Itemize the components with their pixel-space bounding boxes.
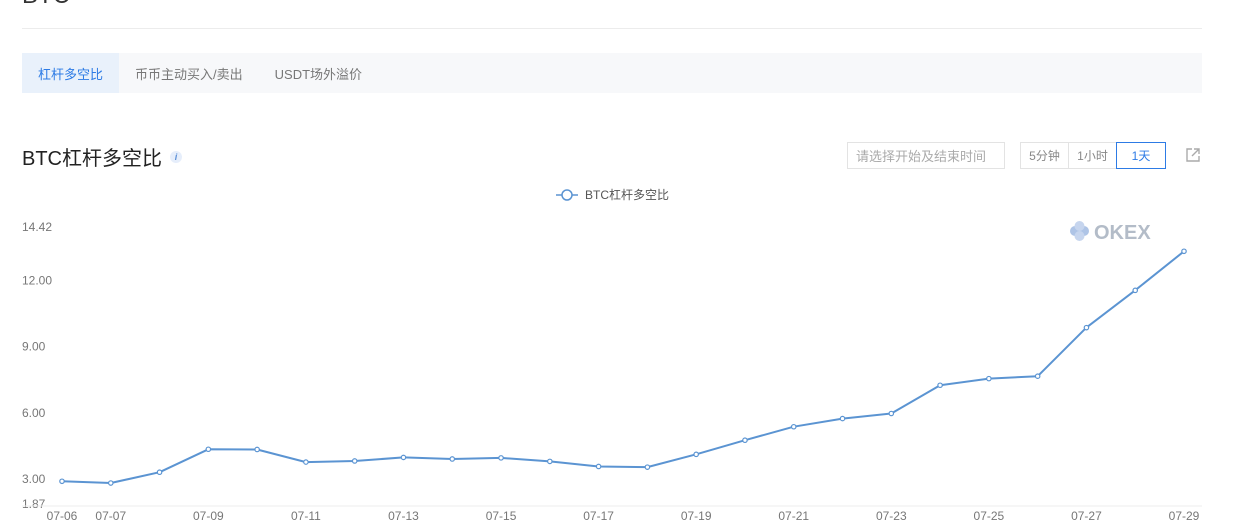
data-point bbox=[1132, 287, 1139, 294]
tab-usdt-premium[interactable]: USDT场外溢价 bbox=[259, 53, 378, 93]
interval-selector: 5分钟 1小时 1天 bbox=[1020, 142, 1166, 169]
interval-5min-button[interactable]: 5分钟 bbox=[1020, 142, 1069, 169]
y-tick-label: 9.00 bbox=[22, 340, 46, 354]
x-tick-label: 07-09 bbox=[193, 509, 224, 523]
x-tick-label: 07-06 bbox=[47, 509, 78, 523]
data-point bbox=[595, 463, 602, 470]
tab-leverage-ratio[interactable]: 杠杆多空比 bbox=[22, 53, 120, 93]
line-chart: BTC杠杆多空比 OKEX 1.87 3.00 6.00 9.00 12.00 14.42… bbox=[22, 187, 1202, 523]
x-tick-label: 07-07 bbox=[95, 509, 126, 523]
info-icon[interactable]: i bbox=[170, 150, 182, 163]
data-point bbox=[449, 456, 456, 462]
tab-bar: 杠杆多空比 币币主动买入/卖出 USDT场外溢价 bbox=[22, 53, 1202, 93]
chart-legend[interactable]: BTC杠杆多空比 bbox=[556, 187, 669, 202]
y-axis: 1.87 3.00 6.00 9.00 12.00 14.42 bbox=[22, 220, 52, 511]
data-point bbox=[742, 437, 748, 444]
legend-label: BTC杠杆多空比 bbox=[585, 187, 669, 202]
data-point bbox=[400, 454, 407, 461]
date-range-picker[interactable]: 请选择开始及结束时间 bbox=[847, 142, 1005, 169]
data-point bbox=[1034, 373, 1041, 380]
legend-marker bbox=[561, 189, 573, 201]
x-tick-label: 07-25 bbox=[974, 509, 1005, 523]
y-tick-label: 12.00 bbox=[22, 273, 52, 287]
x-tick-label: 07-11 bbox=[291, 509, 321, 523]
data-point bbox=[888, 410, 895, 417]
tab-spot-buy-sell[interactable]: 币币主动买入/卖出 bbox=[119, 53, 259, 93]
x-tick-label: 07-13 bbox=[388, 509, 419, 523]
data-point bbox=[1181, 248, 1187, 255]
x-tick-label: 07-15 bbox=[486, 509, 517, 523]
x-axis: 07-06 07-07 07-09 07-11 07-13 07-15 07-17 07-19… bbox=[22, 505, 1202, 523]
okex-logo: OKEX bbox=[1070, 221, 1151, 244]
data-point bbox=[303, 459, 309, 465]
page: BTC 杠杆多空比 币币主动买入/卖出 USDT场外溢价 BTC杠杆多空比 i … bbox=[0, 0, 1246, 529]
brand-text: OKEX bbox=[1094, 222, 1151, 244]
data-point bbox=[205, 446, 212, 453]
data-point bbox=[351, 458, 358, 464]
export-icon[interactable] bbox=[1184, 146, 1202, 164]
data-point bbox=[937, 382, 943, 389]
x-tick-label: 07-27 bbox=[1071, 509, 1102, 523]
date-range-placeholder: 请选择开始及结束时间 bbox=[856, 149, 987, 164]
interval-1day-button[interactable]: 1天 bbox=[1116, 142, 1166, 169]
y-tick-label: 14.42 bbox=[22, 220, 52, 234]
x-tick-label: 07-19 bbox=[681, 509, 712, 523]
data-point bbox=[498, 455, 504, 461]
data-point bbox=[839, 415, 846, 422]
y-tick-label: 1.87 bbox=[22, 497, 46, 511]
x-tick-label: 07-17 bbox=[583, 509, 614, 523]
data-point bbox=[156, 469, 163, 476]
data-point bbox=[1083, 324, 1090, 331]
data-point bbox=[790, 423, 797, 430]
series-line bbox=[61, 250, 1185, 484]
data-point bbox=[107, 480, 114, 486]
page-title: BTC bbox=[22, 0, 70, 10]
data-point bbox=[547, 458, 553, 465]
x-tick-label: 07-21 bbox=[778, 509, 809, 523]
data-point bbox=[693, 451, 699, 458]
data-point bbox=[644, 464, 651, 470]
data-point bbox=[59, 478, 65, 485]
interval-1hour-button[interactable]: 1小时 bbox=[1068, 142, 1117, 169]
x-tick-label: 07-23 bbox=[876, 509, 907, 523]
chart-title-text: BTC杠杆多空比 bbox=[22, 148, 162, 170]
y-tick-label: 6.00 bbox=[22, 406, 46, 420]
data-point bbox=[986, 375, 992, 382]
chart-title: BTC杠杆多空比 i bbox=[22, 142, 182, 171]
y-tick-label: 3.00 bbox=[22, 472, 46, 486]
plot-area bbox=[59, 248, 1187, 486]
x-tick-label: 07-29 bbox=[1169, 509, 1200, 523]
divider bbox=[22, 28, 1202, 29]
data-point bbox=[254, 446, 260, 453]
